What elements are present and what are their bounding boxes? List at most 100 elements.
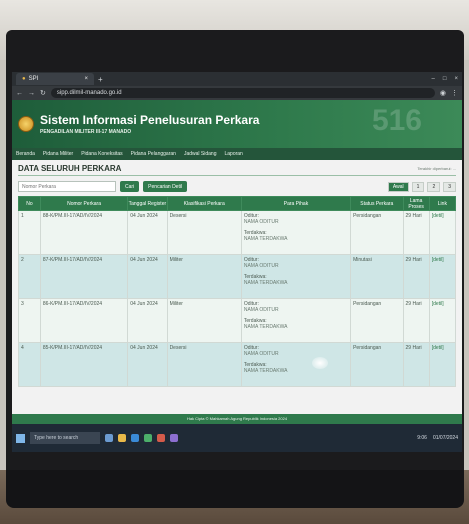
forward-icon[interactable]: →: [28, 90, 35, 97]
cell-lama: 29 Hari: [402, 298, 430, 343]
nav-item-beranda[interactable]: Beranda: [16, 151, 35, 157]
pagination: Awal 1 2 3: [387, 181, 456, 192]
tray-time[interactable]: 9:06: [417, 435, 427, 441]
tray-date[interactable]: 01/07/2024: [433, 435, 458, 441]
pager-page-1[interactable]: 1: [411, 181, 425, 192]
url-field[interactable]: sipp.dilmil-manado.go.id: [50, 88, 435, 98]
favicon-icon: ●: [22, 76, 26, 82]
col-tanggal-register[interactable]: Tanggal Register: [127, 196, 168, 211]
pihak-name: NAMA TERDAKWA: [243, 324, 288, 330]
col-para-pihak[interactable]: Para Pihak: [240, 196, 352, 211]
cell-status: Persidangan: [350, 298, 404, 343]
detail-link[interactable]: [detil]: [432, 345, 444, 351]
nav-item-pidana-pelanggaran[interactable]: Pidana Pelanggaran: [131, 151, 176, 157]
cell-link: [detil]: [428, 210, 457, 255]
app-icon[interactable]: [157, 434, 165, 442]
detail-link[interactable]: [detil]: [432, 213, 444, 219]
cell-link: [detil]: [428, 342, 457, 387]
cell-lama: 29 Hari: [402, 210, 430, 255]
pihak-name: NAMA TERDAKWA: [243, 236, 288, 242]
cell-nomor: 85-K/PM.III-17/AD/IV/2024: [39, 342, 129, 387]
cell-nomor: 87-K/PM.III-17/AD/IV/2024: [39, 254, 129, 299]
pager-page-2[interactable]: 2: [427, 181, 441, 192]
windows-start-icon[interactable]: [16, 433, 25, 443]
pihak-name: NAMA TERDAKWA: [243, 368, 288, 374]
cell-no: 4: [18, 342, 41, 387]
table-header-row: No Nomor Perkara Tanggal Register Klasif…: [18, 196, 457, 211]
file-explorer-icon[interactable]: [118, 434, 126, 442]
taskbar-search[interactable]: Type here to search: [30, 432, 100, 444]
system-tray: 9:06 01/07/2024: [417, 435, 458, 441]
pager-page-3[interactable]: 3: [443, 181, 456, 192]
main-content: DATA SELURUH PERKARA Terakhir diperbarui…: [12, 160, 462, 391]
cell-status: Persidangan: [350, 342, 404, 387]
pihak-name: NAMA ODITUR: [243, 351, 279, 357]
screen: ● SPI × + – □ × ← → ↻ sipp.dilmil-manado…: [12, 72, 462, 452]
monitor-base: [6, 470, 464, 508]
nav-item-pidana-koneksitas[interactable]: Pidana Koneksitas: [81, 151, 122, 157]
back-icon[interactable]: ←: [16, 90, 23, 97]
site-subtitle: PENGADILAN MILITER III-17 MANADO: [40, 128, 132, 135]
cell-pihak: Oditur: NAMA ODITUR Terdakwa: NAMA TERDA…: [240, 254, 352, 299]
cell-status: Minutasi: [350, 254, 404, 299]
cell-klasifikasi: Desersi: [166, 210, 242, 255]
cell-no: 2: [18, 254, 41, 299]
detail-link[interactable]: [detil]: [432, 301, 444, 307]
search-button[interactable]: Cari: [120, 181, 140, 192]
site-header: Sistem Informasi Penelusuran Perkara PEN…: [12, 100, 462, 148]
main-navbar: Beranda Pidana Militer Pidana Koneksitas…: [12, 148, 462, 160]
nav-item-pidana-militer[interactable]: Pidana Militer: [43, 151, 73, 157]
cell-link: [detil]: [428, 254, 457, 299]
cell-tanggal: 04 Jun 2024: [127, 342, 168, 387]
site-footer: Hak Cipta © Mahkamah Agung Republik Indo…: [12, 414, 462, 424]
cell-nomor: 88-K/PM.III-17/AD/IV/2024: [39, 210, 129, 255]
pihak-name: NAMA ODITUR: [243, 307, 279, 313]
cell-no: 3: [18, 298, 41, 343]
pager-first[interactable]: Awal: [387, 181, 409, 192]
table-row: 3 86-K/PM.III-17/AD/IV/2024 04 Jun 2024 …: [18, 298, 457, 343]
profile-icon[interactable]: ◉: [440, 89, 446, 97]
pihak-name: NAMA ODITUR: [243, 219, 279, 225]
menu-icon[interactable]: ⋮: [451, 89, 458, 97]
chrome-icon[interactable]: [144, 434, 152, 442]
nav-item-jadwal-sidang[interactable]: Jadwal Sidang: [184, 151, 217, 157]
os-taskbar: Type here to search 9:06 01/07/2024: [12, 424, 462, 452]
minimize-button[interactable]: –: [432, 76, 435, 82]
site-title: Sistem Informasi Penelusuran Perkara: [40, 112, 260, 127]
cell-no: 1: [18, 210, 41, 255]
screen-glare: [312, 357, 328, 369]
table-row: 4 85-K/PM.III-17/AD/IV/2024 04 Jun 2024 …: [18, 342, 457, 387]
nav-item-laporan[interactable]: Laporan: [224, 151, 242, 157]
maximize-button[interactable]: □: [443, 76, 447, 82]
update-note: Terakhir diperbarui: ...: [417, 166, 456, 171]
table-row: 2 87-K/PM.III-17/AD/IV/2024 04 Jun 2024 …: [18, 254, 457, 299]
new-tab-button[interactable]: +: [98, 75, 103, 84]
window-close-button[interactable]: ×: [454, 76, 458, 82]
browser-tabbar: ● SPI × + – □ ×: [12, 72, 462, 86]
advanced-search-button[interactable]: Pencarian Detil: [143, 181, 188, 192]
court-logo-icon: [18, 116, 34, 132]
reload-icon[interactable]: ↻: [40, 89, 46, 97]
cell-tanggal: 04 Jun 2024: [127, 210, 168, 255]
col-nomor-perkara[interactable]: Nomor Perkara: [39, 196, 129, 211]
cell-pihak: Oditur: NAMA ODITUR Terdakwa: NAMA TERDA…: [240, 298, 352, 343]
detail-link[interactable]: [detil]: [432, 257, 444, 263]
pihak-name: NAMA ODITUR: [243, 263, 279, 269]
tab-close-icon[interactable]: ×: [84, 76, 88, 82]
col-lama-proses[interactable]: Lama Proses: [402, 196, 430, 211]
browser-tab[interactable]: ● SPI ×: [16, 73, 94, 85]
col-status[interactable]: Status Perkara: [350, 196, 404, 211]
case-number-input[interactable]: [18, 181, 116, 192]
col-no[interactable]: No: [18, 196, 41, 211]
cell-klasifikasi: Militer: [166, 298, 242, 343]
cell-lama: 29 Hari: [402, 254, 430, 299]
app-icon[interactable]: [170, 434, 178, 442]
col-link[interactable]: Link: [428, 196, 457, 211]
task-view-icon[interactable]: [105, 434, 113, 442]
page-title: DATA SELURUH PERKARA: [18, 164, 122, 173]
pihak-name: NAMA TERDAKWA: [243, 280, 288, 286]
edge-icon[interactable]: [131, 434, 139, 442]
search-row: Cari Pencarian Detil Awal 1 2 3: [18, 181, 456, 192]
col-klasifikasi[interactable]: Klasifikasi Perkara: [166, 196, 242, 211]
cell-nomor: 86-K/PM.III-17/AD/IV/2024: [39, 298, 129, 343]
